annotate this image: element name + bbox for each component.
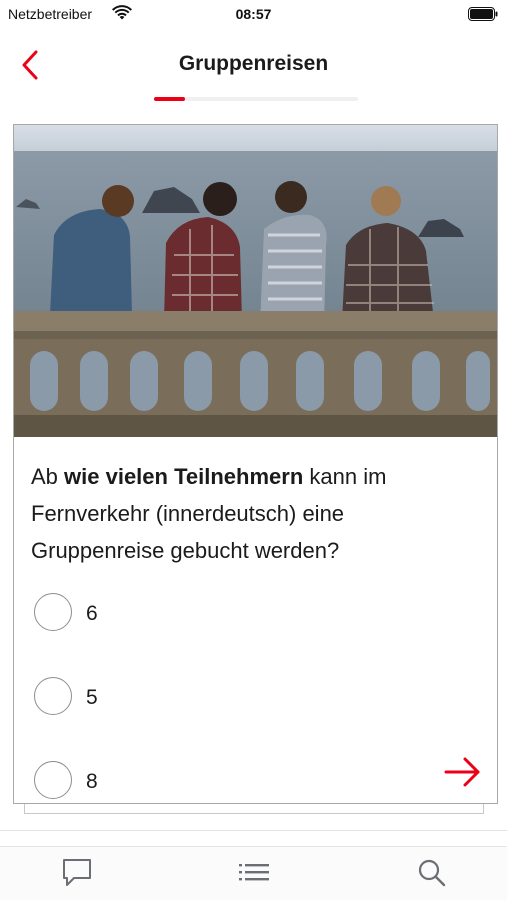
question-text: Ab wie vielen Teilnehmern kann im Fernve… <box>31 458 481 569</box>
page-title: Gruppenreisen <box>178 52 329 75</box>
radio-button[interactable] <box>34 677 72 715</box>
quiz-progress-bar <box>154 97 358 101</box>
answer-option[interactable]: 8 <box>34 761 334 801</box>
chat-bubble-icon <box>63 859 91 886</box>
divider <box>0 830 507 831</box>
radio-button[interactable] <box>34 593 72 631</box>
search-icon <box>418 859 446 887</box>
question-emphasis: wie vielen Teilnehmern <box>64 464 304 489</box>
answer-label: 6 <box>86 602 98 625</box>
quiz-card: Ab wie vielen Teilnehmern kann im Fernve… <box>13 124 498 804</box>
tab-search[interactable] <box>412 855 452 891</box>
status-bar: Netzbetreiber 08:57 <box>0 0 507 28</box>
question-prefix: Ab <box>31 464 65 489</box>
tab-bar <box>0 846 507 900</box>
list-icon <box>239 864 269 881</box>
arrow-right-icon <box>444 757 480 787</box>
answer-label: 5 <box>86 686 98 709</box>
battery-icon <box>468 7 498 21</box>
nav-bar: Gruppenreisen <box>0 30 507 101</box>
tab-chat[interactable] <box>57 855 97 891</box>
answer-option[interactable]: 5 <box>34 677 334 717</box>
group-travel-photo <box>14 125 497 437</box>
answer-label: 8 <box>86 770 98 793</box>
next-button[interactable] <box>443 754 483 790</box>
radio-button[interactable] <box>34 761 72 799</box>
quiz-progress-fill <box>154 97 185 101</box>
answer-option[interactable]: 6 <box>34 593 334 633</box>
clock: 08:57 <box>235 6 272 22</box>
tab-list[interactable] <box>234 855 274 891</box>
